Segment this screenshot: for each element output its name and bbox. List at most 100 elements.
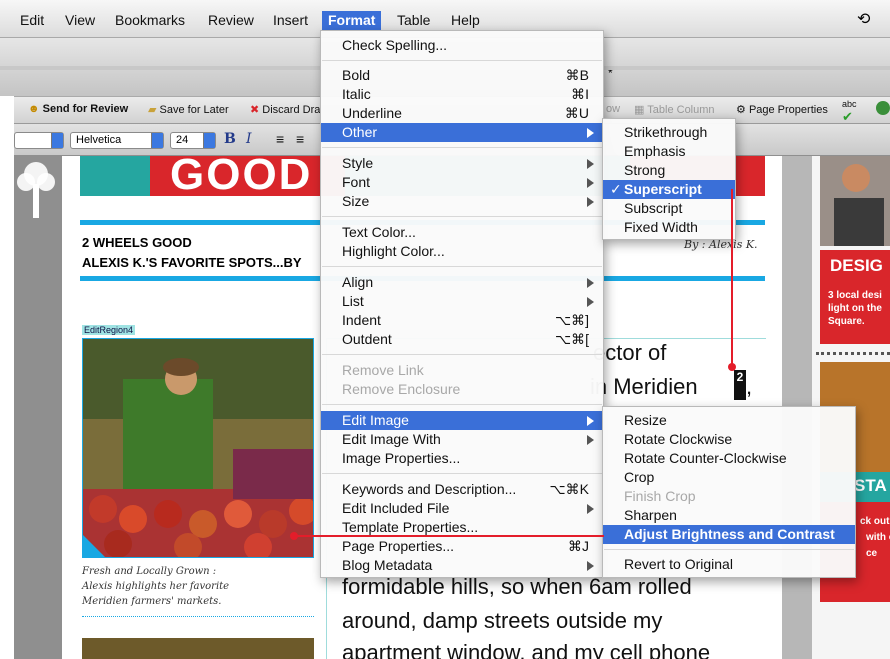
submenu-item-rotate-ccw[interactable]: Rotate Counter-Clockwise <box>603 449 855 468</box>
menu-item-edit-image[interactable]: Edit Image <box>321 411 603 430</box>
submenu-item-strikethrough[interactable]: Strikethrough <box>603 123 735 142</box>
submenu-item-crop[interactable]: Crop <box>603 468 855 487</box>
menu-item-edit-included-file[interactable]: Edit Included File <box>321 499 603 518</box>
submenu-arrow-icon <box>587 178 594 188</box>
menu-separator <box>322 473 602 474</box>
menu-view[interactable]: View <box>65 11 95 31</box>
menu-item-size[interactable]: Size <box>321 192 603 211</box>
submenu-arrow-icon <box>587 278 594 288</box>
body-line-1: ector of <box>593 340 667 365</box>
globe-icon[interactable] <box>876 101 890 115</box>
menu-item-image-properties[interactable]: Image Properties... <box>321 449 603 468</box>
menu-item-italic[interactable]: Italic ⌘I <box>321 85 603 104</box>
submenu-item-finish-crop: Finish Crop <box>624 488 696 504</box>
menu-item-style[interactable]: Style <box>321 154 603 173</box>
submenu-arrow-icon <box>587 416 594 426</box>
size-select-arrow <box>203 133 215 148</box>
submenu-item-revert[interactable]: Revert to Original <box>603 555 855 574</box>
menu-help[interactable]: Help <box>451 11 480 31</box>
menu-item-list[interactable]: List <box>321 292 603 311</box>
style-select[interactable] <box>14 132 64 149</box>
menu-item-text-color[interactable]: Text Color... <box>321 223 603 242</box>
menu-table[interactable]: Table <box>397 11 430 31</box>
menu-separator <box>322 147 602 148</box>
menu-separator <box>322 60 602 61</box>
callout-line-image <box>294 535 604 537</box>
selected-superscript[interactable]: 2 <box>734 370 746 400</box>
checkmark-icon: ✓ <box>610 181 622 197</box>
discard-x-icon: ✖ <box>250 104 260 116</box>
caption-line-3: Meridien farmers' markets. <box>82 596 222 607</box>
menu-item-align[interactable]: Align <box>321 273 603 292</box>
sta-title: STA <box>854 476 887 495</box>
dotted-divider <box>816 352 890 355</box>
other-submenu: Strikethrough Emphasis Strong ✓ Superscri… <box>602 118 736 240</box>
italic-button[interactable]: I <box>246 131 252 147</box>
send-review-button[interactable]: ☻ Send for Review <box>28 103 128 115</box>
menu-separator <box>322 354 602 355</box>
menu-item-edit-image-with[interactable]: Edit Image With <box>321 430 603 449</box>
page-properties-icon: ⚙ <box>736 104 746 116</box>
submenu-arrow-icon <box>587 504 594 514</box>
submenu-arrow-icon <box>587 297 594 307</box>
menu-format[interactable]: Format <box>322 11 382 31</box>
portrait-image <box>820 156 890 246</box>
caption-rule <box>82 616 314 617</box>
tree-logo-icon <box>17 162 55 218</box>
body-line-4: around, damp streets outside my <box>342 608 663 633</box>
desig-title: DESIG <box>830 256 883 275</box>
menu-item-keywords[interactable]: Keywords and Description... ⌥⌘K <box>321 480 603 499</box>
bold-button[interactable]: B <box>224 131 236 147</box>
second-photo[interactable] <box>82 638 314 659</box>
desig-body: 3 local desi light on the Square. <box>820 284 890 344</box>
align-center-icon[interactable]: ≡ <box>296 131 304 147</box>
sta-body-3: ce <box>866 548 878 559</box>
market-photo[interactable] <box>82 338 314 558</box>
menu-item-other[interactable]: Other <box>321 123 603 142</box>
menu-item-remove-link: Remove Link <box>342 362 424 378</box>
menu-bookmarks[interactable]: Bookmarks <box>115 11 185 31</box>
submenu-item-rotate-cw[interactable]: Rotate Clockwise <box>603 430 855 449</box>
menu-item-page-properties[interactable]: Page Properties... ⌘J <box>321 537 603 556</box>
submenu-item-sharpen[interactable]: Sharpen <box>603 506 855 525</box>
table-column-button[interactable]: ▦ Table Column <box>634 103 715 116</box>
submenu-item-emphasis[interactable]: Emphasis <box>603 142 735 161</box>
menu-item-underline[interactable]: Underline ⌘U <box>321 104 603 123</box>
folder-icon: ▰ <box>148 104 157 116</box>
page-properties-button[interactable]: ⚙ Page Properties <box>736 103 828 116</box>
menu-item-blog-metadata[interactable]: Blog Metadata <box>321 556 603 575</box>
spellcheck-button[interactable]: abc ✔ <box>842 99 857 125</box>
menu-item-check-spelling[interactable]: Check Spelling... <box>321 36 603 55</box>
table-icon: ▦ <box>634 104 645 116</box>
menu-separator <box>322 216 602 217</box>
menu-item-font[interactable]: Font <box>321 173 603 192</box>
align-left-icon[interactable]: ≡ <box>276 131 284 147</box>
edit-image-submenu: Resize Rotate Clockwise Rotate Counter-C… <box>602 406 856 578</box>
discard-button[interactable]: ✖ Discard Dra <box>250 103 320 116</box>
desig-body-1: 3 local desi <box>828 290 882 301</box>
submenu-item-strong[interactable]: Strong <box>603 161 735 180</box>
font-select[interactable]: Helvetica <box>70 132 164 149</box>
submenu-item-adjust-brightness[interactable]: Adjust Brightness and Contrast <box>603 525 855 544</box>
submenu-arrow-icon <box>587 128 594 138</box>
banner-text: GOOD <box>170 150 313 199</box>
size-select[interactable]: 24 <box>170 132 216 149</box>
save-later-button[interactable]: ▰ Save for Later <box>148 103 229 116</box>
submenu-item-resize[interactable]: Resize <box>603 411 855 430</box>
menu-item-highlight-color[interactable]: Highlight Color... <box>321 242 603 261</box>
time-machine-icon[interactable]: ⟲ <box>857 9 870 29</box>
portrait-photo <box>820 156 890 246</box>
menu-item-outdent[interactable]: Outdent ⌥⌘[ <box>321 330 603 349</box>
menu-item-bold[interactable]: Bold ⌘B <box>321 66 603 85</box>
body-line-2-comma: , <box>746 374 753 399</box>
submenu-item-subscript[interactable]: Subscript <box>603 199 735 218</box>
menu-edit[interactable]: Edit <box>20 11 44 31</box>
font-select-arrow <box>151 133 163 148</box>
submenu-arrow-icon <box>587 197 594 207</box>
menu-item-indent[interactable]: Indent ⌥⌘] <box>321 311 603 330</box>
submenu-item-superscript[interactable]: ✓ Superscript <box>603 180 735 199</box>
menu-review[interactable]: Review <box>208 11 254 31</box>
submenu-item-fixed-width[interactable]: Fixed Width <box>603 218 735 237</box>
menu-insert[interactable]: Insert <box>273 11 308 31</box>
caption-line-2: Alexis highlights her favorite <box>82 581 230 592</box>
